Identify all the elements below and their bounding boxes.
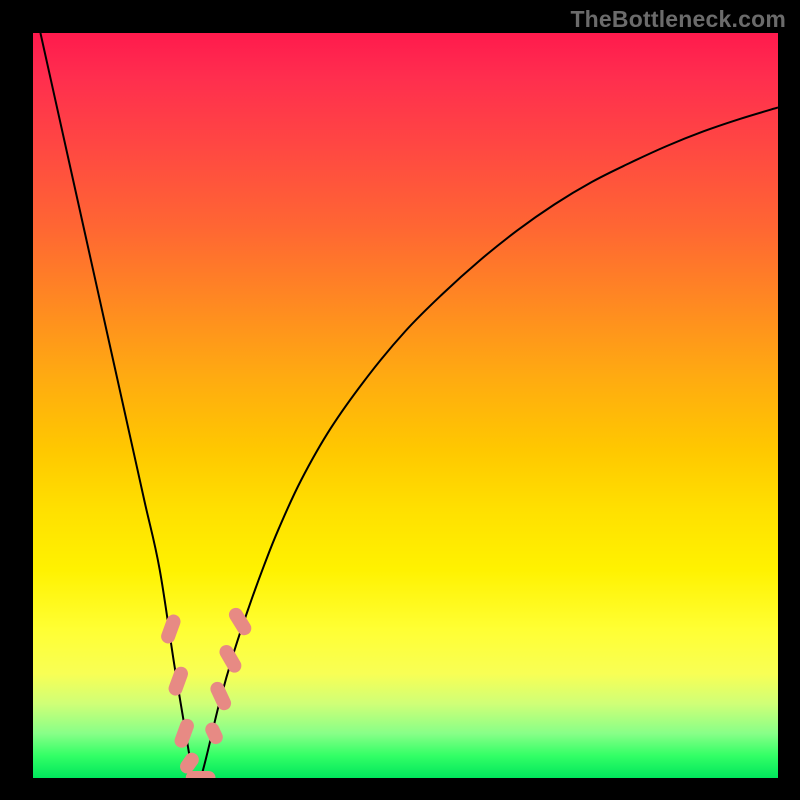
watermark-text: TheBottleneck.com <box>570 6 786 33</box>
plot-gradient-background <box>33 33 778 778</box>
chart-container: TheBottleneck.com <box>0 0 800 800</box>
